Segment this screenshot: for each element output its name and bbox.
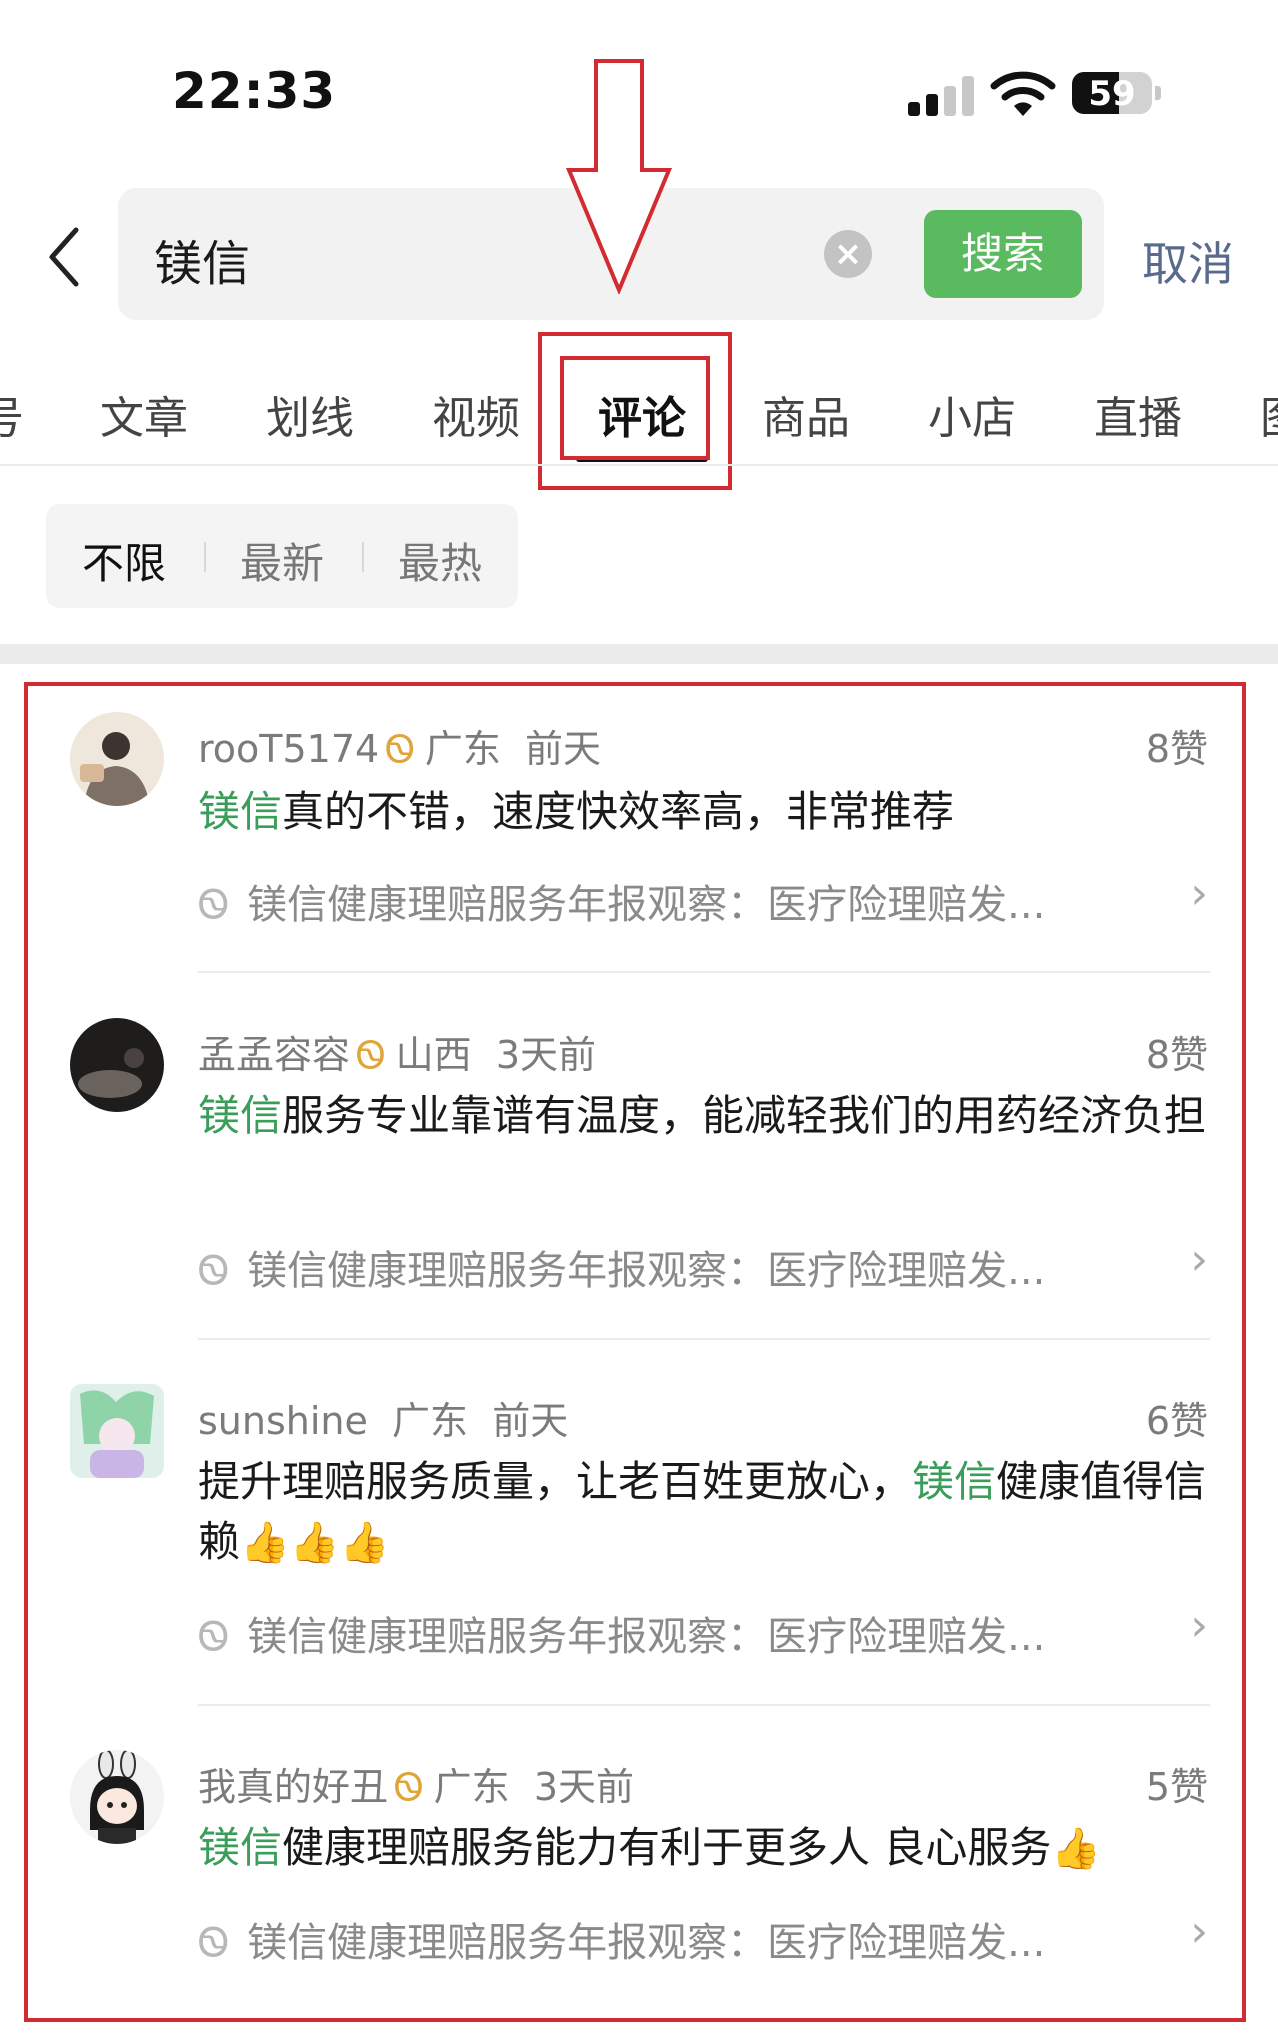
tab-0[interactable]: 号	[0, 382, 24, 446]
tab-1[interactable]: 文章	[100, 382, 188, 446]
annotation-arrow	[566, 59, 672, 294]
section-separator	[0, 644, 1278, 664]
battery-level: 59	[1088, 74, 1136, 114]
tab-5[interactable]: 商品	[762, 382, 850, 446]
filter-newest[interactable]: 最新	[240, 530, 324, 591]
filter-unlimited[interactable]: 不限	[82, 530, 166, 591]
battery-cap	[1155, 86, 1161, 100]
tab-6[interactable]: 小店	[928, 382, 1016, 446]
filter-separator	[362, 542, 364, 572]
tab-3[interactable]: 视频	[432, 382, 520, 446]
wifi-icon	[990, 71, 1056, 116]
tabs-divider	[0, 464, 1278, 466]
filter-hottest[interactable]: 最热	[398, 530, 482, 591]
tab-7[interactable]: 直播	[1094, 382, 1182, 446]
search-query[interactable]: 镁信	[154, 224, 250, 294]
tab-2[interactable]: 划线	[266, 382, 354, 446]
tab-8[interactable]: 图	[1260, 382, 1278, 446]
status-time: 22:33	[172, 62, 337, 120]
battery-icon: 59	[1072, 72, 1152, 114]
back-button[interactable]	[38, 222, 98, 292]
filter-separator	[204, 542, 206, 572]
annotation-box-outer	[538, 332, 732, 490]
search-button[interactable]: 搜索	[924, 210, 1082, 298]
cancel-button[interactable]: 取消	[1142, 228, 1234, 294]
annotation-box-comments	[24, 682, 1246, 2022]
cellular-signal-icon	[908, 74, 974, 116]
filter-bar: 不限 最新 最热	[46, 504, 518, 608]
clear-icon[interactable]: ×	[824, 230, 872, 278]
